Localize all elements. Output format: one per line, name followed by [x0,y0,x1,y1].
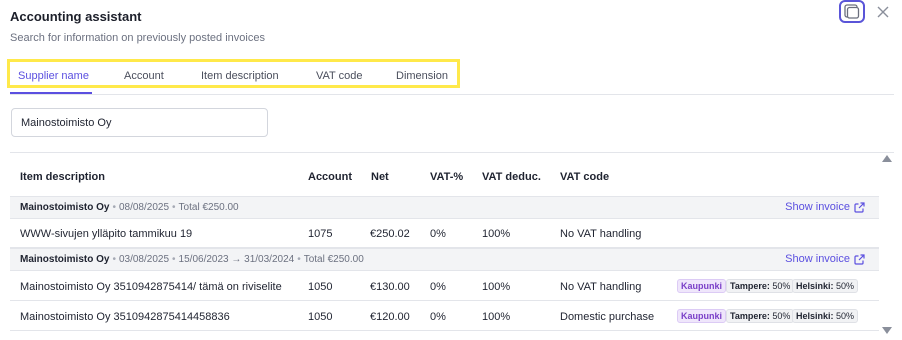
tab-vat-code[interactable]: VAT code [316,70,362,82]
page-subtitle: Search for information on previously pos… [10,32,265,44]
invoice-group-header: Mainostoimisto Oy • 08/08/2025 • Total €250.… [10,196,879,219]
tab-dimension[interactable]: Dimension [396,70,448,82]
invoice-group-info: Mainostoimisto Oy • 08/08/2025 • Total €250.… [20,202,239,213]
panel-toggle-icon [844,4,860,19]
group-period: 15/06/2023 → 31/03/2024 [178,254,295,265]
cell-vat-code: No VAT handling [560,228,642,240]
dimension-value-name: Helsinki: [796,311,834,321]
dimension-value-pct: 50% [772,281,791,291]
show-invoice-label: Show invoice [785,253,850,265]
cell-net: €130.00 [370,281,410,293]
column-header-vat-pct: VAT-% [430,171,464,183]
external-link-icon [854,201,865,213]
dimension-tag: Kaupunki [677,279,727,293]
cell-account: 1075 [308,228,333,240]
dimension-value-badge: Helsinki: 50% [792,309,859,323]
panel-toggle-button[interactable] [839,0,865,23]
cell-net: €250.02 [370,228,410,240]
dimension-value-badge: Helsinki: 50% [792,279,859,293]
external-link-icon [854,253,865,265]
page-title: Accounting assistant [10,9,142,24]
cell-account: 1050 [308,281,333,293]
dimension-tag: Kaupunki [677,309,727,323]
tab-account[interactable]: Account [124,70,164,82]
show-invoice-label: Show invoice [785,201,850,213]
cell-vat-code: No VAT handling [560,281,642,293]
cell-account: 1050 [308,311,333,323]
dimension-value-pct: 50% [836,281,855,291]
scroll-down-icon[interactable] [882,327,892,335]
close-button[interactable] [874,3,892,21]
dimension-value-pct: 50% [836,311,855,321]
group-supplier-name: Mainostoimisto Oy [20,254,110,265]
dimension-value-name: Tampere: [730,281,770,291]
show-invoice-link[interactable]: Show invoice [785,201,865,213]
column-header-item-description: Item description [20,171,105,183]
cell-vat-pct: 0% [430,228,446,240]
invoice-group-info: Mainostoimisto Oy • 03/08/2025 • 15/06/2023 … [20,254,364,265]
column-header-account: Account [308,171,352,183]
table-row: Mainostoimisto Oy 3510942875414/ tämä on… [10,272,879,301]
close-icon [877,6,889,18]
dimension-value-name: Tampere: [730,311,770,321]
tabs-divider [10,94,894,95]
group-invoice-date: 08/08/2025 [118,202,170,213]
dimension-value-name: Helsinki: [796,281,834,291]
dimension-value-badge: Tampere: 50% [726,279,795,293]
cell-vat-pct: 0% [430,281,446,293]
dimension-value-badge: Tampere: 50% [726,309,795,323]
cell-item-description: WWW-sivujen ylläpito tammikuu 19 [20,228,193,240]
group-supplier-name: Mainostoimisto Oy [20,202,110,213]
cell-vat-deduc: 100% [482,228,511,240]
group-total: Total €250.00 [178,202,239,213]
table-row: WWW-sivujen ylläpito tammikuu 19 1075 €2… [10,219,879,248]
cell-item-description: Mainostoimisto Oy 3510942875414458836 [20,311,230,323]
group-invoice-date: 03/08/2025 [118,254,170,265]
column-header-vat-code: VAT code [560,171,610,183]
cell-item-description: Mainostoimisto Oy 3510942875414/ tämä on… [20,281,282,293]
group-total: Total €250.00 [303,254,364,265]
dimension-value-pct: 50% [772,311,791,321]
show-invoice-link[interactable]: Show invoice [785,253,865,265]
table-top-border [10,152,894,153]
search-mode-tabs: Supplier name Account Item description V… [7,59,460,88]
tab-item-description[interactable]: Item description [201,70,279,82]
cell-vat-pct: 0% [430,311,446,323]
invoice-group-header: Mainostoimisto Oy • 03/08/2025 • 15/06/2023 … [10,248,879,271]
cell-vat-deduc: 100% [482,281,511,293]
cell-vat-code: Domestic purchase [560,311,655,323]
tab-supplier-name[interactable]: Supplier name [18,70,89,82]
table-row: Mainostoimisto Oy 3510942875414458836 10… [10,302,879,331]
cell-net: €120.00 [370,311,410,323]
column-header-net: Net [371,171,389,183]
supplier-search-input[interactable] [11,108,268,137]
scroll-up-icon[interactable] [882,154,892,162]
column-header-vat-deduc: VAT deduc. [482,171,541,183]
cell-vat-deduc: 100% [482,311,511,323]
